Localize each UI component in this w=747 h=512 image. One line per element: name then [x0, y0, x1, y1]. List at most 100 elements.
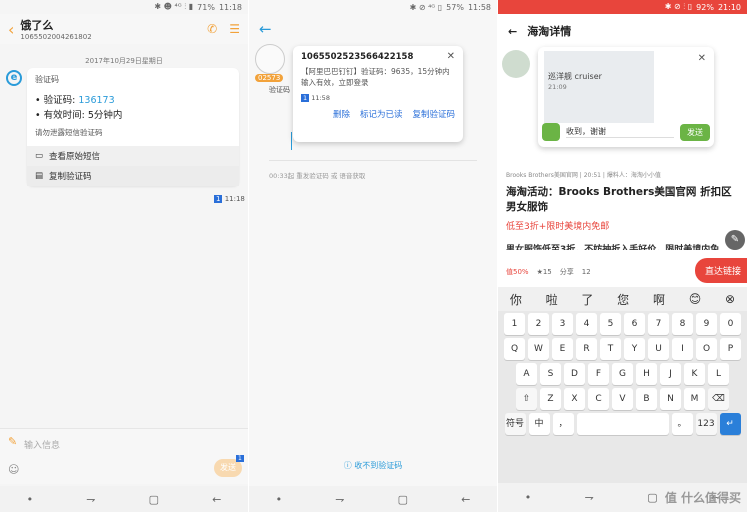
- keyboard-key[interactable]: 符号: [504, 413, 526, 435]
- keyboard-key[interactable]: 7: [648, 313, 669, 335]
- close-icon[interactable]: ✕: [698, 53, 706, 64]
- menu-icon[interactable]: ☰: [229, 22, 240, 36]
- keyboard-key[interactable]: F: [588, 363, 609, 385]
- keyboard-key[interactable]: L: [708, 363, 729, 385]
- keyboard-key[interactable]: J: [660, 363, 681, 385]
- keyboard-key[interactable]: 中: [528, 413, 550, 435]
- candidate-word[interactable]: 你: [510, 291, 522, 308]
- comment-button[interactable]: 12: [582, 268, 591, 276]
- avatar: [502, 50, 530, 78]
- home-icon[interactable]: ▢: [398, 493, 408, 506]
- favorite-button[interactable]: ★15: [537, 268, 552, 276]
- keyboard-key[interactable]: 3: [552, 313, 573, 335]
- code-value[interactable]: 136173: [78, 95, 114, 106]
- candidate-word[interactable]: 😊: [689, 292, 702, 306]
- keyboard-key[interactable]: 。: [671, 413, 693, 435]
- keyboard-key[interactable]: V: [612, 388, 633, 410]
- candidate-word[interactable]: 了: [581, 291, 593, 308]
- keyboard-key[interactable]: U: [648, 338, 669, 360]
- keyboard-key[interactable]: 8: [672, 313, 693, 335]
- keyboard-key[interactable]: K: [684, 363, 705, 385]
- share-button[interactable]: 分享: [560, 267, 574, 277]
- keyboard-key[interactable]: 5: [600, 313, 621, 335]
- edit-icon[interactable]: ✎: [725, 230, 745, 250]
- back-nav-icon[interactable]: ←: [461, 493, 470, 506]
- article-meta: Brooks Brothers美国官网 | 20:51 | 爆料人：海淘小小值: [506, 172, 661, 179]
- warning-text: 请勿泄露短信验证码: [35, 128, 103, 137]
- article-title: 海淘活动：Brooks Brothers美国官网 折扣区男女服饰: [506, 186, 732, 213]
- back-arrow-icon[interactable]: ←: [259, 20, 272, 38]
- keyboard-key[interactable]: 9: [696, 313, 717, 335]
- keyboard-key[interactable]: C: [588, 388, 609, 410]
- keyboard-key[interactable]: X: [564, 388, 585, 410]
- recent-apps-icon[interactable]: ⇁: [335, 493, 344, 506]
- back-nav-icon[interactable]: ←: [212, 493, 221, 506]
- keyboard-key[interactable]: ↵: [719, 413, 741, 435]
- keyboard-key[interactable]: B: [636, 388, 657, 410]
- emoji-icon[interactable]: ☺: [8, 463, 19, 476]
- no-code-link[interactable]: ⓘ 收不到验证码: [249, 460, 497, 471]
- candidate-word[interactable]: 您: [617, 291, 629, 308]
- keyboard-key[interactable]: P: [720, 338, 741, 360]
- direct-link-button[interactable]: 直达链接: [694, 258, 747, 283]
- back-arrow-icon[interactable]: ←: [508, 25, 517, 38]
- keyboard-key[interactable]: A: [516, 363, 537, 385]
- attach-icon[interactable]: ✎: [8, 435, 17, 448]
- keyboard-key[interactable]: S: [540, 363, 561, 385]
- keyboard-key[interactable]: G: [612, 363, 633, 385]
- home-icon[interactable]: ▢: [647, 491, 657, 504]
- eleme-avatar-icon: e: [6, 70, 22, 86]
- keyboard-key[interactable]: O: [696, 338, 717, 360]
- dot-icon[interactable]: •: [27, 493, 34, 506]
- recent-apps-icon[interactable]: ⇁: [585, 491, 594, 504]
- keyboard-key[interactable]: Q: [504, 338, 525, 360]
- popup-number: 1065502523566422158: [301, 52, 414, 62]
- worth-button[interactable]: 值50%: [506, 267, 529, 277]
- keyboard-key[interactable]: H: [636, 363, 657, 385]
- resend-hint[interactable]: 00:33起 重发验证码 或 语音获取: [269, 170, 365, 180]
- keyboard-key[interactable]: [576, 413, 669, 435]
- card-label: 验证码: [35, 75, 59, 84]
- keyboard-key[interactable]: E: [552, 338, 573, 360]
- send-button[interactable]: 发送: [680, 123, 710, 141]
- copy-code-button[interactable]: 复制验证码: [412, 108, 455, 120]
- keyboard-key[interactable]: 2: [528, 313, 549, 335]
- back-icon[interactable]: ‹: [8, 20, 14, 39]
- delete-button[interactable]: 删除: [333, 108, 350, 120]
- message-sender: 巡洋舰 cruiser: [548, 72, 602, 81]
- keyboard-key[interactable]: Z: [540, 388, 561, 410]
- candidate-word[interactable]: ⊗: [725, 292, 735, 306]
- copy-code-button[interactable]: ▤ 复制验证码: [27, 166, 239, 186]
- phone-icon[interactable]: ✆: [207, 22, 217, 36]
- close-icon[interactable]: ✕: [447, 51, 455, 62]
- code-line: • 验证码: 136173: [35, 95, 115, 106]
- message-icon: ▭: [35, 151, 44, 161]
- dot-icon[interactable]: •: [525, 491, 532, 504]
- keyboard-key[interactable]: N: [660, 388, 681, 410]
- keyboard-key[interactable]: ⌫: [708, 388, 729, 410]
- keyboard-key[interactable]: T: [600, 338, 621, 360]
- keyboard-key[interactable]: Y: [624, 338, 645, 360]
- reply-input[interactable]: 收到，谢谢: [566, 126, 674, 138]
- keyboard-key[interactable]: 1: [504, 313, 525, 335]
- recent-apps-icon[interactable]: ⇁: [86, 493, 95, 506]
- keyboard-key[interactable]: D: [564, 363, 585, 385]
- keyboard-key[interactable]: M: [684, 388, 705, 410]
- date-separator: 2017年10月29日星期日: [85, 57, 163, 65]
- mark-read-button[interactable]: 标记为已读: [360, 108, 403, 120]
- dot-icon[interactable]: •: [276, 493, 283, 506]
- view-original-button[interactable]: ▭ 查看原始短信: [27, 146, 239, 166]
- keyboard-key[interactable]: R: [576, 338, 597, 360]
- home-icon[interactable]: ▢: [149, 493, 159, 506]
- keyboard-key[interactable]: 123: [695, 413, 717, 435]
- keyboard-key[interactable]: ⇧: [516, 388, 537, 410]
- candidate-word[interactable]: 啦: [546, 291, 558, 308]
- keyboard-key[interactable]: W: [528, 338, 549, 360]
- keyboard-key[interactable]: 6: [624, 313, 645, 335]
- keyboard-key[interactable]: 4: [576, 313, 597, 335]
- keyboard-key[interactable]: ，: [552, 413, 574, 435]
- candidate-word[interactable]: 啊: [653, 291, 665, 308]
- keyboard-key[interactable]: 0: [720, 313, 741, 335]
- message-input[interactable]: 输入信息: [24, 438, 60, 451]
- keyboard-key[interactable]: I: [672, 338, 693, 360]
